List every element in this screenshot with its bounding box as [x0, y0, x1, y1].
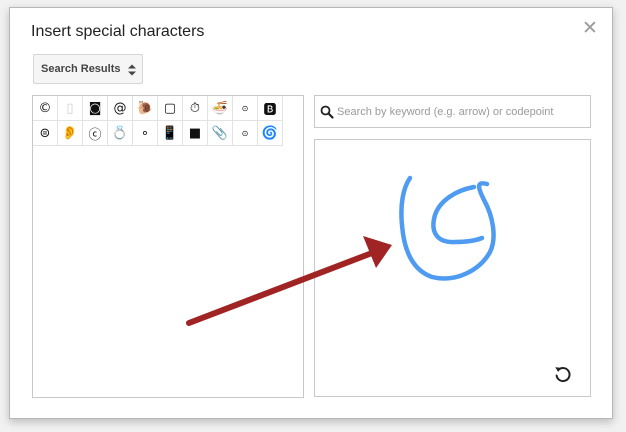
char-cell-placeholder-glyph[interactable]: ▯	[58, 96, 83, 121]
char-cell-inverse-white-circle[interactable]: ◙	[83, 96, 108, 121]
char-cell-circled-dot[interactable]: ⊙	[233, 96, 258, 121]
char-cell-ring[interactable]: 💍	[108, 121, 133, 146]
search-input[interactable]	[337, 97, 587, 126]
char-cell-mobile-phone[interactable]: 📱	[158, 121, 183, 146]
char-cell-at-sign[interactable]: @	[108, 96, 133, 121]
char-cell-negative-squared-b[interactable]: 🅱	[258, 96, 283, 121]
character-grid-panel: © ▯ ◙ @ 🐌 ▢ ⏱ 🍜 ⊙ 🅱 ⊜ 👂 ⓒ 💍 ∘ 📱 ■ 📎 ⊙ 🌀	[32, 95, 304, 398]
search-box[interactable]	[314, 95, 591, 128]
search-icon	[320, 105, 334, 119]
character-grid: © ▯ ◙ @ 🐌 ▢ ⏱ 🍜 ⊙ 🅱 ⊜ 👂 ⓒ 💍 ∘ 📱 ■ 📎 ⊙ 🌀	[33, 96, 303, 146]
category-select-label: Search Results	[41, 63, 121, 75]
char-cell-ring-operator[interactable]: ∘	[133, 121, 158, 146]
char-cell-stopwatch[interactable]: ⏱	[183, 96, 208, 121]
char-cell-black-square[interactable]: ■	[183, 121, 208, 146]
close-icon[interactable]: ✕	[580, 19, 600, 39]
char-cell-circled-equals[interactable]: ⊜	[33, 121, 58, 146]
char-cell-ear[interactable]: 👂	[58, 121, 83, 146]
undo-icon[interactable]	[552, 363, 574, 385]
char-cell-circled-c[interactable]: ⓒ	[83, 121, 108, 146]
char-cell-square-rounded[interactable]: ▢	[158, 96, 183, 121]
char-cell-bowl[interactable]: 🍜	[208, 96, 233, 121]
char-cell-cyclone[interactable]: 🌀	[258, 121, 283, 146]
char-cell-circled-dot-operator[interactable]: ⊙	[233, 121, 258, 146]
insert-special-characters-dialog: Insert special characters ✕ Search Resul…	[9, 7, 613, 419]
char-cell-paperclip[interactable]: 📎	[208, 121, 233, 146]
handwriting-draw-area[interactable]	[314, 139, 591, 397]
char-cell-spiral-shell[interactable]: 🐌	[133, 96, 158, 121]
char-cell-copyright-sign[interactable]: ©	[33, 96, 58, 121]
up-down-arrows-icon	[128, 64, 137, 76]
category-select[interactable]: Search Results	[33, 54, 144, 84]
dialog-title: Insert special characters	[31, 23, 205, 40]
